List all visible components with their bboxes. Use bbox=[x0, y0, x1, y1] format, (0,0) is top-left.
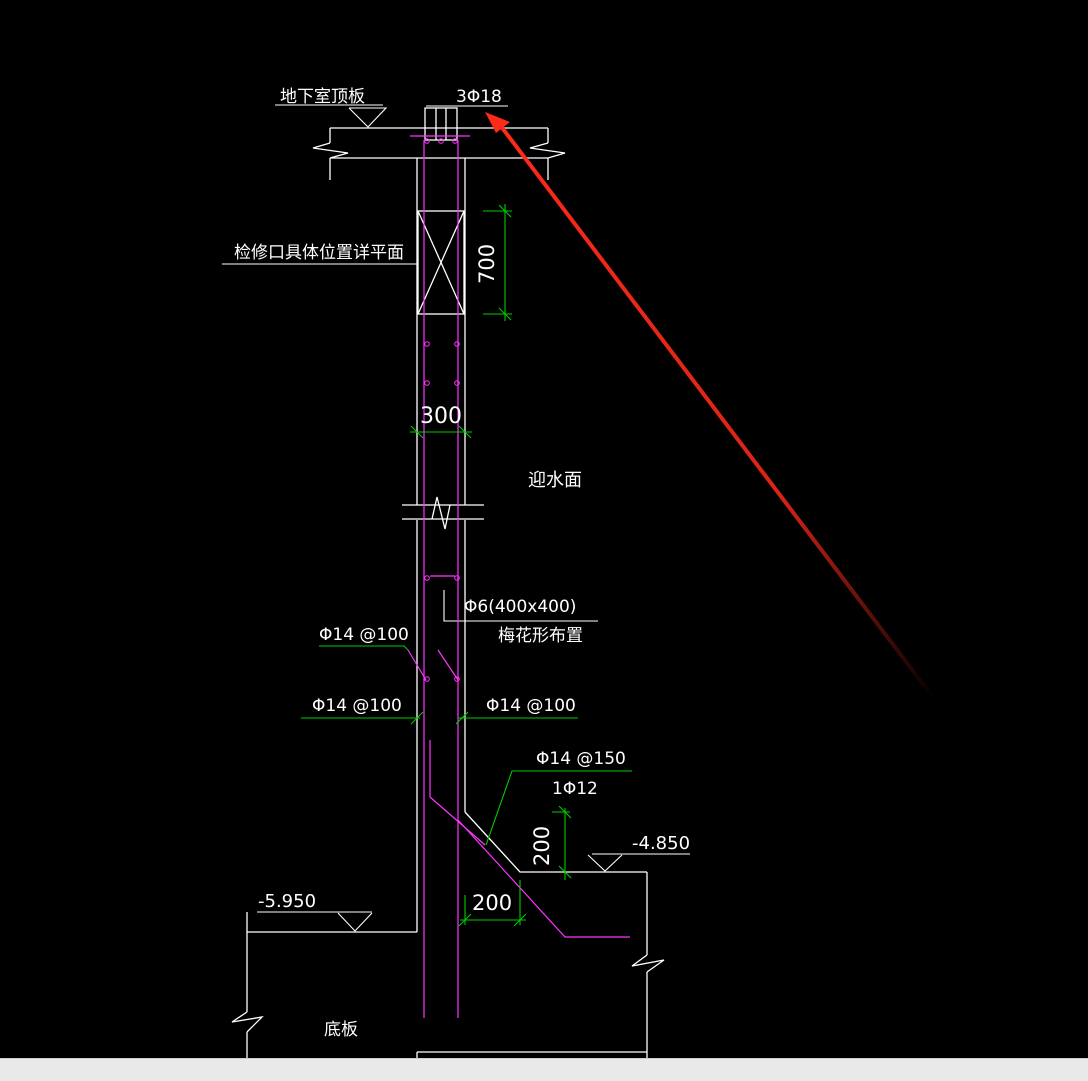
rebar-callout-2: Φ14 @100 bbox=[312, 696, 402, 716]
roof-slab-label: 地下室顶板 bbox=[280, 87, 365, 107]
top-bars-label: 3Φ18 bbox=[456, 87, 502, 107]
arrowhead-icon bbox=[485, 112, 510, 133]
drawing-text: 地下室顶板 3Φ18 检修口具体位置详平面 迎水面 Φ6(400x400) 梅花… bbox=[234, 87, 690, 1040]
rebar-callout-3: Φ14 @100 bbox=[486, 696, 576, 716]
water-face-label: 迎水面 bbox=[528, 470, 582, 491]
dim-haunch-width: 200 bbox=[472, 891, 512, 915]
dim-opening-height: 700 bbox=[475, 244, 499, 284]
haunch-extra-label: 1Φ12 bbox=[552, 779, 598, 799]
tie-layout-label: 梅花形布置 bbox=[498, 626, 583, 646]
tie-bars-label: Φ6(400x400) bbox=[464, 597, 576, 617]
rebar bbox=[407, 135, 630, 1018]
haunch-bars-label: Φ14 @150 bbox=[536, 749, 626, 769]
dim-wall-thickness: 300 bbox=[420, 404, 462, 429]
dim-haunch-height: 200 bbox=[530, 826, 554, 866]
floor-slab-label: 底板 bbox=[324, 1020, 358, 1040]
cad-drawing-canvas: 地下室顶板 3Φ18 检修口具体位置详平面 迎水面 Φ6(400x400) 梅花… bbox=[222, 87, 937, 1058]
elevation-upper: -4.850 bbox=[632, 833, 690, 854]
access-hole-label: 检修口具体位置详平面 bbox=[234, 243, 404, 263]
elevation-lower: -5.950 bbox=[258, 891, 316, 912]
status-bar bbox=[0, 1058, 1088, 1081]
rebar-callout-1: Φ14 @100 bbox=[319, 625, 409, 645]
dimension-lines bbox=[301, 204, 632, 927]
